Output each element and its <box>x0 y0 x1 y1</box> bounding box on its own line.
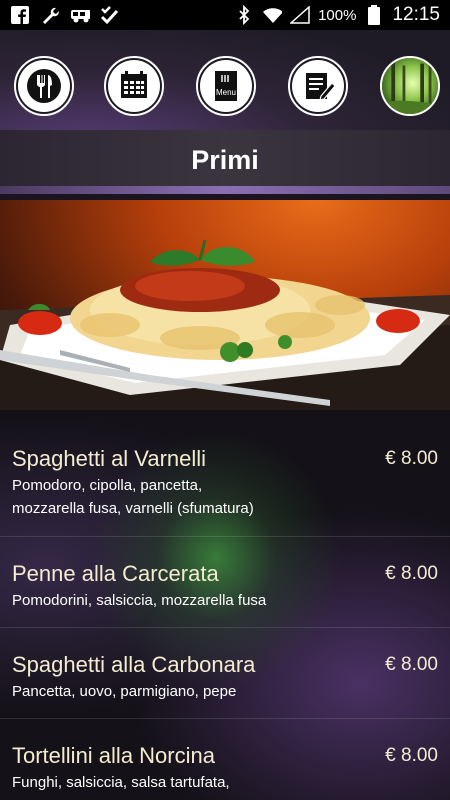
hero-image <box>0 200 450 410</box>
fork-knife-icon <box>18 60 70 112</box>
battery-icon <box>364 5 384 25</box>
title-accent-line <box>0 186 450 194</box>
nav-notes-button[interactable] <box>288 56 348 116</box>
menu-item-price: € 8.00 <box>385 654 438 675</box>
status-bar: 100% 12:15 <box>0 0 450 30</box>
nav-gallery-button[interactable] <box>380 56 440 116</box>
menu-item-price: € 8.00 <box>385 448 438 469</box>
signal-icon <box>290 5 310 25</box>
menu-item-name: Tortellini alla Norcina <box>12 743 215 768</box>
nav-calendar-button[interactable] <box>104 56 164 116</box>
clock: 12:15 <box>392 4 440 25</box>
menu-item-description-line: Pancetta, uovo, parmigiano, pepe <box>12 683 237 700</box>
notepad-pencil-icon <box>292 60 344 112</box>
menu-item[interactable]: Spaghetti al Varnelli € 8.00 Pomodoro, c… <box>0 410 450 537</box>
bluetooth-icon <box>234 5 254 25</box>
menu-list[interactable]: Spaghetti al Varnelli € 8.00 Pomodoro, c… <box>0 410 450 800</box>
menu-item[interactable]: Tortellini alla Norcina € 8.00 Funghi, s… <box>0 719 450 800</box>
menu-item-description-line: mozzarella fusa, varnelli (sfumatura) <box>12 500 254 517</box>
page-title: Primi <box>191 144 259 175</box>
menu-item-name: Spaghetti alla Carbonara <box>12 652 256 677</box>
menu-item-name: Spaghetti al Varnelli <box>12 446 207 471</box>
menu-icon-label: Menu <box>216 88 236 97</box>
wrench-icon <box>40 5 60 25</box>
menu-item-description: Pomodoro, cipolla, pancetta, mozzarella … <box>12 474 312 520</box>
menu-item-description-line: Pomodoro, cipolla, pancetta, <box>12 477 203 494</box>
facebook-icon <box>10 5 30 25</box>
top-nav: Menu <box>0 30 450 130</box>
menu-item[interactable]: Penne alla Carcerata € 8.00 Pomodorini, … <box>0 537 450 628</box>
nav-menu-button[interactable]: Menu <box>196 56 256 116</box>
menu-item-price: € 8.00 <box>385 745 438 766</box>
menu-item-description-line: Pomodorini, salsiccia, mozzarella fusa <box>12 592 267 609</box>
menu-item-description: Pancetta, uovo, parmigiano, pepe <box>12 680 312 703</box>
menu-item-name: Penne alla Carcerata <box>12 561 219 586</box>
page-title-bar: Primi <box>0 130 450 190</box>
nav-restaurant-button[interactable] <box>14 56 74 116</box>
pasta-dish-illustration <box>0 239 450 410</box>
menu-item-description: Pomodorini, salsiccia, mozzarella fusa <box>12 589 312 612</box>
checklist-icon <box>100 5 120 25</box>
menu-item[interactable]: Spaghetti alla Carbonara € 8.00 Pancetta… <box>0 628 450 719</box>
calendar-icon <box>108 60 160 112</box>
menu-item-price: € 8.00 <box>385 563 438 584</box>
menu-book-icon: Menu <box>200 60 252 112</box>
menu-item-description-line: Funghi, salsiccia, salsa tartufata, <box>12 774 230 791</box>
wifi-icon <box>262 5 283 25</box>
battery-percent: 100% <box>318 6 357 24</box>
forest-photo-icon <box>382 58 438 114</box>
car-icon <box>70 5 90 25</box>
menu-item-description: Funghi, salsiccia, salsa tartufata, <box>12 771 312 794</box>
